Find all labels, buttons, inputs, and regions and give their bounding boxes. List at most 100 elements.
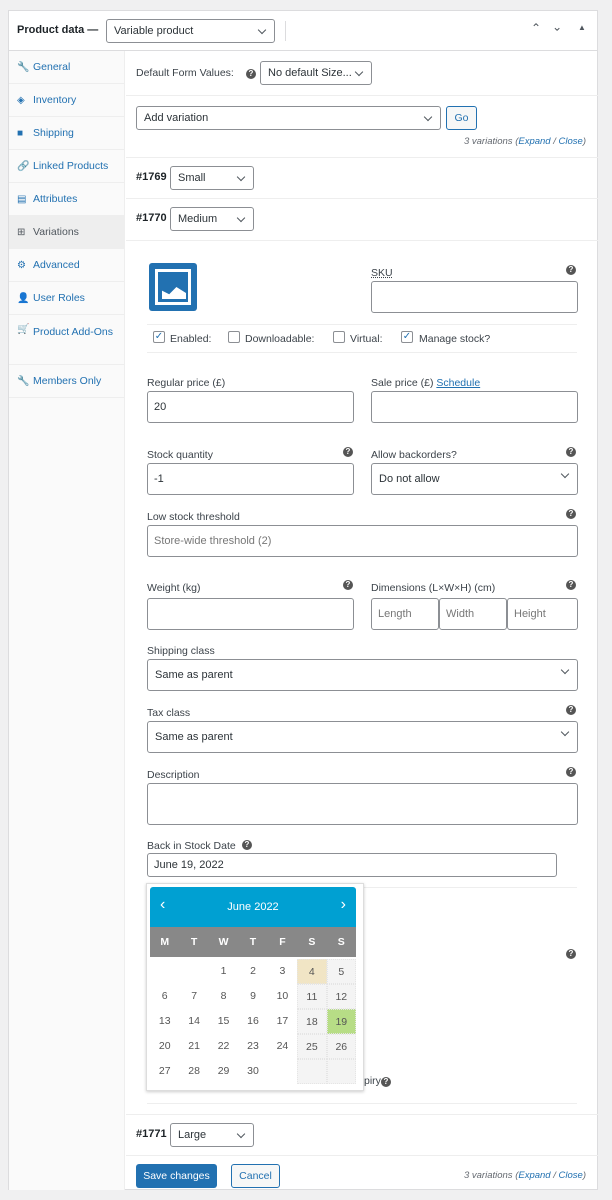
sidebar-item-members-only[interactable]: 🔧 Members Only [9, 365, 124, 398]
virtual-checkbox[interactable] [333, 331, 345, 343]
variation-count: 3 variations [463, 1170, 513, 1181]
weekday-label: M [160, 936, 170, 948]
help-icon[interactable]: ? [566, 705, 576, 715]
calendar-day[interactable]: 3 [268, 959, 297, 984]
sidebar-item-advanced[interactable]: ⚙ Advanced [9, 249, 124, 282]
calendar-day[interactable]: 12 [326, 984, 356, 1009]
description-textarea[interactable] [147, 783, 578, 825]
calendar-day[interactable]: 2 [238, 959, 267, 984]
weight-input[interactable] [147, 598, 354, 630]
help-icon[interactable]: ? [566, 447, 576, 457]
next-month-icon[interactable]: › [341, 885, 346, 925]
variation-size-select[interactable]: Medium [170, 207, 254, 231]
go-button[interactable]: Go [446, 106, 477, 130]
product-type-select[interactable]: Variable product [106, 19, 275, 43]
close-link[interactable]: Close [559, 136, 583, 147]
collapse-toggle-icon[interactable]: ▲ [578, 23, 586, 32]
enabled-checkbox[interactable]: ✓ [153, 331, 165, 343]
expand-link[interactable]: Expand [518, 1170, 550, 1181]
height-input[interactable]: Height [507, 598, 578, 630]
sidebar-item-user-roles[interactable]: 👤 User Roles [9, 282, 124, 315]
divider [126, 240, 598, 241]
calendar-day[interactable]: 1 [209, 959, 238, 984]
shipping-class-select[interactable]: Same as parent [147, 659, 578, 691]
calendar-day[interactable]: 16 [238, 1009, 267, 1034]
calendar-day[interactable]: 20 [150, 1034, 179, 1059]
calendar-day[interactable]: 8 [209, 984, 238, 1009]
variation-size-select[interactable]: Large [170, 1123, 254, 1147]
close-link[interactable]: Close [559, 1170, 583, 1181]
calendar-day[interactable]: 27 [150, 1059, 179, 1084]
regular-price-input[interactable]: 20 [147, 391, 354, 423]
move-down-icon[interactable]: ⌃ [552, 19, 562, 33]
calendar-day[interactable]: 17 [268, 1009, 297, 1034]
stock-quantity-label: Stock quantity [147, 449, 213, 461]
sidebar-item-linked-products[interactable]: 🔗 Linked Products [9, 150, 124, 183]
divider [147, 352, 577, 353]
low-stock-input[interactable]: Store-wide threshold (2) [147, 525, 578, 557]
calendar-day[interactable]: 9 [238, 984, 267, 1009]
calendar-day[interactable]: 5 [326, 959, 356, 984]
sku-input[interactable] [371, 281, 578, 313]
calendar-day[interactable]: 29 [209, 1059, 238, 1084]
calendar-day[interactable]: 7 [179, 984, 208, 1009]
sidebar-item-variations[interactable]: ⊞ Variations [9, 216, 124, 249]
cancel-button[interactable]: Cancel [231, 1164, 280, 1188]
help-icon[interactable]: ? [566, 509, 576, 519]
sale-price-input[interactable] [371, 391, 578, 423]
calendar-day[interactable]: 10 [268, 984, 297, 1009]
help-icon[interactable]: ? [566, 767, 576, 777]
sidebar-item-general[interactable]: 🔧 General [9, 51, 124, 84]
calendar-day[interactable]: 14 [179, 1009, 208, 1034]
move-up-icon[interactable]: ⌃ [531, 21, 541, 35]
tax-class-select[interactable]: Same as parent [147, 721, 578, 753]
sidebar-item-inventory[interactable]: ◈ Inventory [9, 84, 124, 117]
grid-icon: ⊞ [17, 226, 26, 238]
variation-size-select[interactable]: Small [170, 166, 254, 190]
calendar-day[interactable]: 25 [297, 1034, 327, 1059]
calendar-day[interactable]: 28 [179, 1059, 208, 1084]
help-icon[interactable]: ? [343, 580, 353, 590]
expand-link[interactable]: Expand [518, 136, 550, 147]
calendar-day[interactable]: 24 [268, 1034, 297, 1059]
calendar-day[interactable]: 21 [179, 1034, 208, 1059]
downloadable-checkbox[interactable] [228, 331, 240, 343]
stock-quantity-input[interactable]: -1 [147, 463, 354, 495]
length-input[interactable]: Length [371, 598, 439, 630]
downloadable-label: Downloadable: [245, 333, 315, 345]
calendar-day[interactable]: 18 [297, 1009, 327, 1034]
calendar-day[interactable]: 22 [209, 1034, 238, 1059]
variation-image-placeholder[interactable] [149, 263, 197, 311]
default-size-select[interactable]: No default Size... [260, 61, 372, 85]
help-icon[interactable]: ? [246, 69, 256, 79]
add-variation-select[interactable]: Add variation [136, 106, 441, 130]
width-input[interactable]: Width [439, 598, 507, 630]
calendar-day[interactable]: 15 [209, 1009, 238, 1034]
panel-title: Product data — [17, 24, 99, 36]
back-in-stock-input[interactable]: June 19, 2022 [147, 853, 557, 877]
calendar-day[interactable]: 23 [238, 1034, 267, 1059]
help-icon[interactable]: ? [566, 580, 576, 590]
manage-stock-checkbox[interactable]: ✓ [401, 331, 413, 343]
sidebar-item-shipping[interactable]: ■ Shipping [9, 117, 124, 150]
sidebar-item-attributes[interactable]: ▤ Attributes [9, 183, 124, 216]
calendar-day[interactable]: 19 [326, 1009, 356, 1034]
sidebar-item-product-add-ons[interactable]: 🛒 Product Add-Ons [9, 315, 124, 365]
separator: / [550, 136, 559, 147]
calendar-day[interactable]: 13 [150, 1009, 179, 1034]
help-icon[interactable]: ? [381, 1077, 391, 1087]
calendar-day[interactable]: 6 [150, 984, 179, 1009]
save-changes-button[interactable]: Save changes [136, 1164, 217, 1188]
help-icon[interactable]: ? [343, 447, 353, 457]
prev-month-icon[interactable]: ‹ [160, 885, 165, 925]
help-icon[interactable]: ? [242, 840, 252, 850]
calendar-day[interactable]: 4 [297, 959, 327, 984]
backorders-select[interactable]: Do not allow [371, 463, 578, 495]
help-icon[interactable]: ? [566, 265, 576, 275]
product-data-tabs: 🔧 General ◈ Inventory ■ Shipping 🔗 Linked Produ… [9, 51, 125, 1190]
help-icon[interactable]: ? [566, 949, 576, 959]
calendar-day[interactable]: 11 [297, 984, 327, 1009]
calendar-day[interactable]: 30 [238, 1059, 267, 1084]
calendar-day[interactable]: 26 [326, 1034, 356, 1059]
schedule-link[interactable]: Schedule [436, 377, 480, 389]
